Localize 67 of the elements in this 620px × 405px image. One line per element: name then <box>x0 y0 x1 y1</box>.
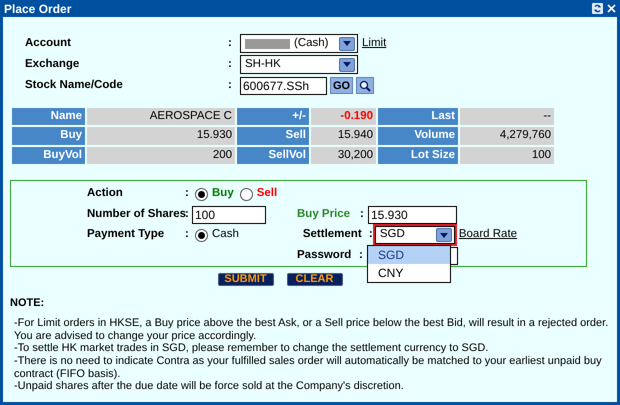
stock-code-field[interactable]: 600677.SSh <box>240 76 327 94</box>
quote-value: 30,200 <box>311 146 376 164</box>
colon: : <box>368 227 374 242</box>
quote-value: 200 <box>87 146 235 164</box>
field-label: Password <box>297 248 352 263</box>
action-button[interactable]: SUBMIT <box>218 272 274 286</box>
select-value: SH-HK <box>245 56 282 72</box>
quote-value: 4,279,760 <box>460 127 554 144</box>
select-value: (Cash) <box>294 36 330 51</box>
note-text: -Unpaid shares after the due date will be force sold at the Company's discretion. <box>14 380 405 393</box>
radio-label: Buy <box>212 186 234 202</box>
quote-label: Lot Size <box>378 146 458 164</box>
refresh-icon[interactable] <box>592 3 603 14</box>
quote-label: BuyVol <box>12 146 85 164</box>
radio-button[interactable] <box>195 188 208 200</box>
go-button[interactable]: GO <box>330 77 354 94</box>
quote-label: Volume <box>378 127 458 144</box>
quote-value: 15.930 <box>87 127 235 144</box>
action-button[interactable]: CLEAR <box>286 272 342 286</box>
radio-button[interactable] <box>195 228 208 242</box>
quote-label: Buy <box>12 127 85 144</box>
colon: : <box>185 186 190 202</box>
search-icon[interactable] <box>356 77 374 94</box>
close-icon[interactable] <box>607 4 616 13</box>
quote-value: -0.190 <box>311 108 376 126</box>
quote-label: SellVol <box>237 146 309 164</box>
quote-value: -- <box>460 108 554 126</box>
radio-label: Cash <box>212 227 239 242</box>
colon: : <box>228 36 233 51</box>
colon: : <box>228 56 233 72</box>
select-value: SGD <box>380 227 406 242</box>
dropdown-option[interactable]: CNY <box>368 264 450 282</box>
price-field[interactable]: 15.930 <box>368 206 457 224</box>
note-text: -To settle HK market trades in SGD, please remember to change the settlement currency to SGD. <box>14 342 490 356</box>
quote-value: 100 <box>460 146 554 164</box>
window-title: Place Order <box>4 0 72 18</box>
quote-label: +/- <box>237 108 309 126</box>
colon: : <box>228 78 233 93</box>
colon: : <box>185 206 190 222</box>
quote-value: 15.940 <box>311 127 376 144</box>
field-label: Settlement <box>302 227 363 242</box>
dropdown-option[interactable]: SGD <box>368 246 450 264</box>
radio-label: Sell <box>256 186 278 202</box>
field-label: Number of Shares <box>87 206 185 222</box>
settlement-select[interactable]: SGD <box>374 226 455 244</box>
quote-label: Sell <box>237 127 309 144</box>
field-label: Account <box>25 36 72 51</box>
field-label: Action <box>87 186 124 202</box>
select-field[interactable]: SH-HK <box>240 55 358 74</box>
note-title: NOTE: <box>10 296 46 311</box>
quote-label: Name <box>12 108 85 126</box>
select-field[interactable]: (Cash) <box>240 34 358 53</box>
board-rate-link[interactable]: Board Rate <box>458 226 518 244</box>
radio-button[interactable] <box>240 188 253 200</box>
field-label: Stock Name/Code <box>25 78 124 93</box>
note-text: -For Limit orders in HKSE, a Buy price above the best Ask, or a Sell price below the best Bid, will result in a rejected order. You are advised to change your price accordingly. <box>14 317 610 342</box>
field-label: Exchange <box>25 56 80 72</box>
colon: : <box>360 206 365 222</box>
quote-label: Last <box>378 108 458 126</box>
colon: : <box>359 248 364 263</box>
limit-link[interactable]: Limit <box>362 34 386 52</box>
colon: : <box>185 227 190 242</box>
shares-field[interactable]: 100 <box>192 206 266 224</box>
note-text: -There is no need to indicate Contra as your fulfilled sales order will automatically be matched to your earliest unpaid buy contract (FIFO basis). <box>14 355 603 380</box>
quote-value: AEROSPACE C <box>87 108 235 126</box>
field-label: Payment Type <box>87 227 166 242</box>
field-label: Buy Price <box>297 206 352 222</box>
